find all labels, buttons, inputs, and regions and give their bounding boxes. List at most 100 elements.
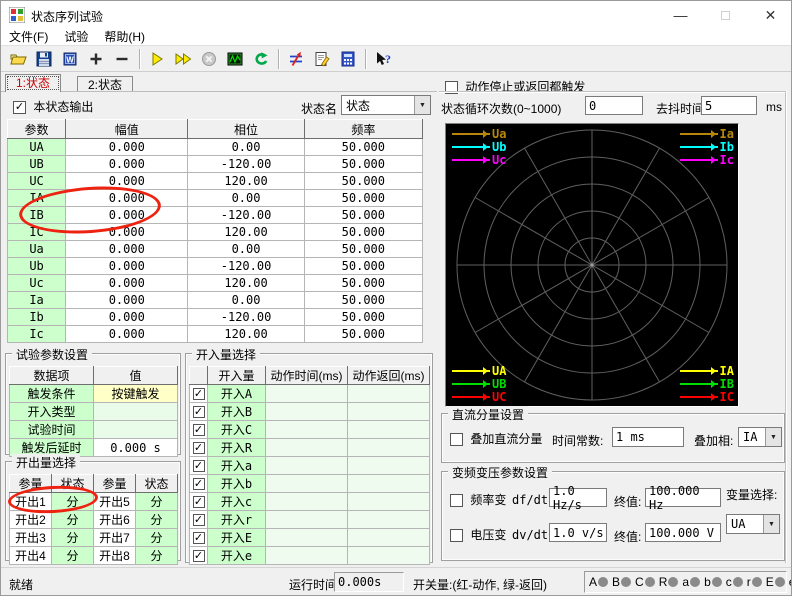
- phase-cell[interactable]: -120.00: [188, 156, 304, 173]
- input-checkbox[interactable]: ✓: [190, 403, 208, 421]
- output-state[interactable]: 分: [52, 493, 94, 511]
- output-state[interactable]: 分: [136, 493, 178, 511]
- fast-run-button[interactable]: [170, 47, 196, 71]
- phase-cell[interactable]: -120.00: [188, 309, 304, 326]
- col-frequency[interactable]: 频率: [304, 120, 422, 139]
- report-button[interactable]: [309, 47, 335, 71]
- dc-checkbox[interactable]: 叠加直流分量: [450, 430, 542, 447]
- phase-cell[interactable]: 120.00: [188, 173, 304, 190]
- output-state[interactable]: 分: [136, 547, 178, 565]
- amplitude-cell[interactable]: 0.000: [66, 326, 188, 343]
- input-checkbox[interactable]: ✓: [190, 439, 208, 457]
- chevron-down-icon[interactable]: ▼: [763, 515, 779, 533]
- chevron-down-icon[interactable]: ▼: [414, 96, 430, 114]
- input-checkbox[interactable]: ✓: [190, 547, 208, 565]
- tab-state-2[interactable]: 2:状态: [77, 76, 133, 92]
- dvdt-input[interactable]: 1.0 v/s: [549, 523, 607, 542]
- frequency-cell[interactable]: 50.000: [304, 292, 422, 309]
- col-param[interactable]: 参数: [8, 120, 66, 139]
- amplitude-cell[interactable]: 0.000: [66, 156, 188, 173]
- col-phase[interactable]: 相位: [188, 120, 304, 139]
- minimize-button[interactable]: —: [658, 1, 703, 29]
- frequency-cell[interactable]: 50.000: [304, 275, 422, 292]
- undo-button[interactable]: [248, 47, 274, 71]
- output-state[interactable]: 分: [52, 547, 94, 565]
- freq-change-checkbox[interactable]: 频率变: [450, 491, 506, 508]
- vector-view-button[interactable]: [283, 47, 309, 71]
- close-button[interactable]: ✕: [748, 1, 792, 29]
- amplitude-cell[interactable]: 0.000: [66, 309, 188, 326]
- state-name-combo[interactable]: 状态 ▼: [341, 95, 431, 115]
- volt-change-checkbox[interactable]: 电压变: [450, 526, 506, 543]
- var-select-combo[interactable]: UA ▼: [726, 514, 780, 534]
- remove-state-button[interactable]: [109, 47, 135, 71]
- amplitude-cell[interactable]: 0.000: [66, 173, 188, 190]
- input-checkbox[interactable]: ✓: [190, 493, 208, 511]
- phase-cell[interactable]: 0.00: [188, 292, 304, 309]
- frequency-cell[interactable]: 50.000: [304, 309, 422, 326]
- debounce-input[interactable]: 5: [701, 96, 757, 115]
- amplitude-cell[interactable]: 0.000: [66, 258, 188, 275]
- frequency-cell[interactable]: 50.000: [304, 207, 422, 224]
- oscilloscope-button[interactable]: [222, 47, 248, 71]
- loop-count-input[interactable]: 0: [585, 96, 643, 115]
- freq-end-input[interactable]: 100.000 Hz: [645, 488, 721, 507]
- frequency-cell[interactable]: 50.000: [304, 258, 422, 275]
- open-button[interactable]: [5, 47, 31, 71]
- menu-file[interactable]: 文件(F): [1, 29, 56, 45]
- amplitude-cell[interactable]: 0.000: [66, 241, 188, 258]
- phase-cell[interactable]: 0.00: [188, 241, 304, 258]
- calculator-button[interactable]: [335, 47, 361, 71]
- dfdt-input[interactable]: 1.0 Hz/s: [549, 488, 607, 507]
- output-state[interactable]: 分: [52, 529, 94, 547]
- amplitude-cell[interactable]: 0.000: [66, 139, 188, 156]
- amplitude-cell[interactable]: 0.000: [66, 275, 188, 292]
- frequency-cell[interactable]: 50.000: [304, 326, 422, 343]
- phase-cell[interactable]: 0.00: [188, 190, 304, 207]
- output-state[interactable]: 分: [136, 511, 178, 529]
- frequency-cell[interactable]: 50.000: [304, 190, 422, 207]
- frequency-cell[interactable]: 50.000: [304, 224, 422, 241]
- phase-cell[interactable]: -120.00: [188, 258, 304, 275]
- menu-help[interactable]: 帮助(H): [96, 29, 153, 45]
- phase-cell[interactable]: 120.00: [188, 224, 304, 241]
- param-value[interactable]: [94, 403, 178, 421]
- add-state-button[interactable]: [83, 47, 109, 71]
- menu-test[interactable]: 试验: [56, 29, 96, 45]
- input-checkbox[interactable]: ✓: [190, 421, 208, 439]
- start-button[interactable]: [144, 47, 170, 71]
- input-checkbox[interactable]: ✓: [190, 385, 208, 403]
- input-checkbox[interactable]: ✓: [190, 457, 208, 475]
- amplitude-cell[interactable]: 0.000: [66, 207, 188, 224]
- input-checkbox[interactable]: ✓: [190, 529, 208, 547]
- output-state[interactable]: 分: [52, 511, 94, 529]
- amplitude-cell[interactable]: 0.000: [66, 224, 188, 241]
- output-state[interactable]: 分: [136, 529, 178, 547]
- phase-cell[interactable]: 120.00: [188, 275, 304, 292]
- frequency-cell[interactable]: 50.000: [304, 241, 422, 258]
- action-stop-checkbox[interactable]: 动作停止或返回都触发: [445, 78, 585, 95]
- state-output-checkbox[interactable]: ✓ 本状态输出: [13, 98, 93, 115]
- param-value[interactable]: 按键触发: [94, 385, 178, 403]
- phase-cell[interactable]: 120.00: [188, 326, 304, 343]
- phase-cell[interactable]: 0.00: [188, 139, 304, 156]
- param-value[interactable]: [94, 421, 178, 439]
- help-button[interactable]: ?: [370, 47, 396, 71]
- frequency-cell[interactable]: 50.000: [304, 173, 422, 190]
- chevron-down-icon[interactable]: ▼: [765, 428, 781, 446]
- amplitude-cell[interactable]: 0.000: [66, 190, 188, 207]
- amplitude-cell[interactable]: 0.000: [66, 292, 188, 309]
- phase-cell[interactable]: -120.00: [188, 207, 304, 224]
- col-amplitude[interactable]: 幅值: [66, 120, 188, 139]
- param-value[interactable]: 0.000 s: [94, 439, 178, 457]
- superpose-phase-combo[interactable]: IA ▼: [738, 427, 782, 447]
- time-constant-input[interactable]: 1 ms: [612, 427, 684, 447]
- stop-button[interactable]: [196, 47, 222, 71]
- input-checkbox[interactable]: ✓: [190, 475, 208, 493]
- frequency-cell[interactable]: 50.000: [304, 139, 422, 156]
- tab-state-1[interactable]: 1:状态: [5, 74, 61, 92]
- export-word-button[interactable]: W: [57, 47, 83, 71]
- volt-end-input[interactable]: 100.000 V: [645, 523, 721, 542]
- frequency-cell[interactable]: 50.000: [304, 156, 422, 173]
- save-button[interactable]: [31, 47, 57, 71]
